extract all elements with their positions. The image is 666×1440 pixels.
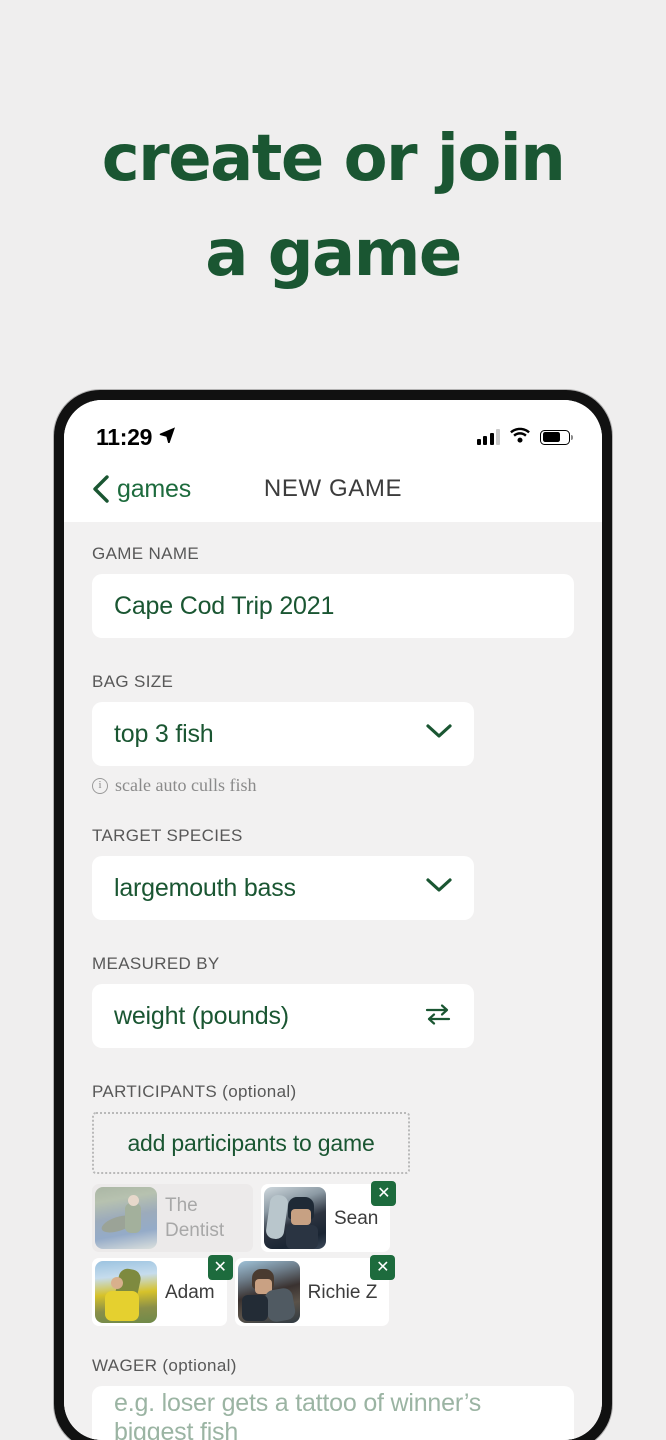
target-species-select[interactable]: largemouth bass (92, 856, 474, 920)
participant-name: Adam (165, 1281, 215, 1303)
close-icon[interactable]: ✕ (371, 1181, 397, 1206)
measured-by-value: weight (pounds) (114, 1001, 289, 1030)
participant-name: The Dentist (165, 1195, 225, 1241)
status-bar-left: 11:29 (96, 424, 176, 451)
headline-line-2: a game (205, 217, 462, 291)
participant-chip-list: The Dentist Sean ✕ Adam ✕ Richie Z ✕ (92, 1181, 532, 1326)
target-species-value: largemouth bass (114, 873, 296, 902)
bag-size-select[interactable]: top 3 fish (92, 702, 474, 766)
avatar (237, 1261, 300, 1323)
participant-chip[interactable]: The Dentist (92, 1184, 253, 1252)
chevron-left-icon (92, 475, 109, 503)
game-name-value: Cape Cod Trip 2021 (114, 591, 335, 620)
phone-screen: 11:29 games NEW GAME GAME NAME Cape Cod … (64, 400, 602, 1440)
field-participants: PARTICIPANTS (optional) add participants… (64, 1082, 602, 1326)
participants-label: PARTICIPANTS (optional) (92, 1082, 297, 1101)
headline-line-1: create or join (101, 122, 566, 196)
field-bag-size: BAG SIZE top 3 fish i scale auto culls f… (64, 672, 602, 796)
field-measured-by: MEASURED BY weight (pounds) (64, 954, 602, 1048)
field-wager: WAGER (optional) e.g. loser gets a tatto… (64, 1356, 602, 1440)
close-icon[interactable]: ✕ (207, 1255, 233, 1280)
participant-chip[interactable]: Sean ✕ (261, 1181, 397, 1252)
participant-name: Sean (334, 1207, 379, 1229)
status-bar-right (476, 427, 574, 448)
bag-size-hint: i scale auto culls fish (92, 775, 574, 796)
wager-label: WAGER (optional) (92, 1356, 237, 1375)
game-name-label: GAME NAME (92, 544, 200, 563)
avatar (264, 1187, 326, 1249)
field-game-name: GAME NAME Cape Cod Trip 2021 (64, 544, 602, 638)
marketing-screenshot: create or join a game 11:29 games NEW GA… (0, 0, 666, 1440)
avatar (95, 1187, 157, 1249)
participant-chip[interactable]: Adam ✕ (92, 1255, 233, 1326)
wager-input[interactable]: e.g. loser gets a tattoo of winner’s big… (92, 1386, 574, 1440)
measured-by-toggle[interactable]: weight (pounds) (92, 984, 474, 1048)
wager-placeholder: e.g. loser gets a tattoo of winner’s big… (114, 1389, 482, 1440)
bag-size-label: BAG SIZE (92, 672, 174, 691)
nav-bar: games NEW GAME (64, 456, 602, 522)
status-bar: 11:29 (64, 400, 602, 456)
wifi-icon (509, 427, 531, 448)
back-button-label: games (117, 474, 192, 503)
close-icon[interactable]: ✕ (370, 1255, 396, 1280)
add-participants-button[interactable]: add participants to game (92, 1112, 410, 1174)
back-button[interactable]: games (92, 475, 191, 504)
cellular-signal-icon (476, 429, 500, 445)
measured-by-label: MEASURED BY (92, 954, 220, 973)
new-game-form: GAME NAME Cape Cod Trip 2021 BAG SIZE to… (64, 522, 602, 1440)
status-time: 11:29 (96, 423, 153, 450)
battery-icon (540, 429, 574, 445)
participant-name: Richie Z (307, 1281, 378, 1303)
game-name-input[interactable]: Cape Cod Trip 2021 (92, 574, 574, 638)
chevron-down-icon (426, 878, 452, 898)
page-title: create or join a game (0, 112, 666, 302)
bag-size-value: top 3 fish (114, 719, 214, 748)
bag-size-hint-text: scale auto culls fish (115, 775, 257, 795)
info-circle-icon: i (92, 777, 108, 794)
avatar (95, 1261, 157, 1323)
participant-chip[interactable]: Richie Z ✕ (234, 1255, 396, 1326)
phone-frame: 11:29 games NEW GAME GAME NAME Cape Cod … (54, 390, 612, 1440)
location-arrow-icon (159, 426, 176, 448)
chevron-down-icon (426, 724, 452, 744)
field-target-species: TARGET SPECIES largemouth bass (64, 826, 602, 920)
swap-arrows-icon[interactable] (424, 1002, 452, 1031)
target-species-label: TARGET SPECIES (92, 826, 243, 845)
